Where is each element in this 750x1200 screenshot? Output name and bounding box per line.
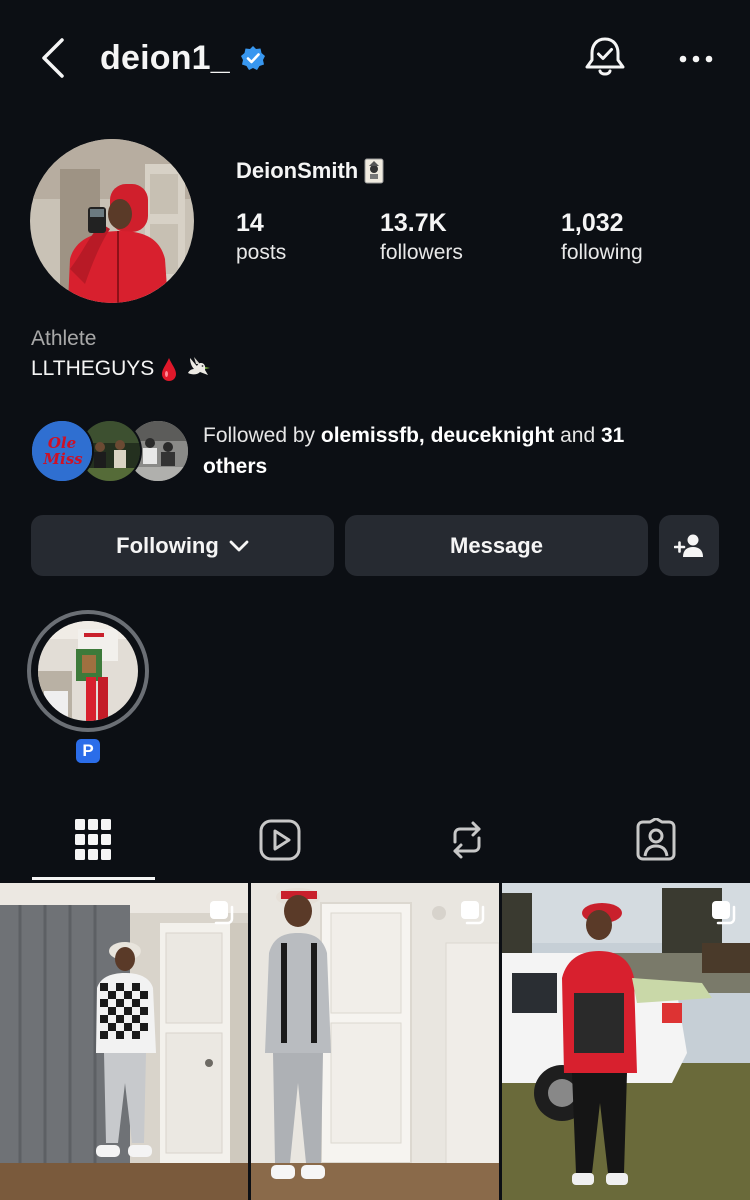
posts-label: posts (236, 241, 287, 264)
highlight-cover-photo (38, 621, 138, 721)
active-tab-indicator (32, 877, 155, 880)
message-button-label: Message (450, 532, 543, 558)
header-username: deion1_ (100, 36, 266, 80)
bio-text: LLTHEGUYS (31, 357, 155, 380)
followed-by-names: olemissfb, deuceknight (320, 424, 555, 447)
followers-label: followers (380, 241, 463, 264)
followers-count: 13.7K (380, 209, 447, 237)
olemissfb-avatar: Ole Miss (30, 419, 94, 483)
repost-icon (453, 821, 481, 859)
followed-by-prefix: Followed by (203, 424, 321, 447)
suggested-people-button[interactable] (659, 515, 719, 576)
post-thumbnail-2[interactable] (251, 883, 499, 1200)
ole-miss-logo-line-2: Miss (42, 450, 83, 468)
username: deion1_ (100, 38, 230, 77)
avatar-photo (30, 139, 194, 303)
more-options-button[interactable] (672, 40, 720, 76)
post-thumbnail-3[interactable] (502, 883, 750, 1200)
followed-by-avatars[interactable]: Ole Miss (30, 419, 190, 483)
followed-by-suffix: others (203, 455, 268, 478)
message-button[interactable]: Message (345, 515, 648, 576)
tab-reels[interactable] (250, 812, 310, 868)
tab-posts-grid[interactable] (63, 812, 123, 868)
followed-by-count: 31 (601, 424, 625, 447)
carousel-post-icon (461, 901, 485, 925)
profile-avatar[interactable] (30, 139, 194, 303)
tagged-person-icon (636, 818, 676, 861)
post-thumbnail-1[interactable] (0, 883, 248, 1200)
profile-category: Athlete (31, 327, 97, 350)
following-label: following (561, 241, 643, 264)
chevron-left-icon (42, 38, 64, 78)
followed-by-text[interactable]: Followed by olemissfb, deuceknight and 3… (203, 420, 703, 482)
following-count: 1,032 (561, 209, 624, 237)
back-button[interactable] (36, 36, 72, 80)
story-highlight[interactable] (27, 610, 149, 732)
following-button[interactable]: Following (31, 515, 334, 576)
blood-drop-icon (162, 358, 177, 381)
tab-reposts[interactable] (437, 812, 497, 868)
tab-tagged[interactable] (626, 812, 686, 868)
display-name-row: DeionSmith (236, 158, 384, 184)
carousel-post-icon (712, 901, 736, 925)
carousel-post-icon (210, 901, 234, 925)
posts-stat[interactable]: 14 posts (236, 208, 286, 268)
chevron-down-icon (229, 540, 249, 551)
reels-play-icon (259, 819, 301, 861)
more-dots-icon (679, 55, 713, 63)
post-photo-3 (502, 883, 750, 1200)
following-stat[interactable]: 1,032 following (561, 208, 643, 268)
verified-badge-icon (240, 46, 265, 70)
ole-miss-logo: Ole Miss (32, 421, 92, 481)
joker-card-icon (364, 158, 384, 184)
followed-by-middle: and (554, 424, 601, 447)
highlight-label-p: P (76, 739, 100, 763)
followers-stat[interactable]: 13.7K followers (380, 208, 463, 268)
post-photo-1 (0, 883, 248, 1200)
notifications-bell-button[interactable] (582, 34, 628, 80)
story-highlight-cover (38, 621, 138, 721)
bio-row: LLTHEGUYS (31, 355, 212, 383)
bell-check-icon (585, 37, 625, 76)
posts-count: 14 (236, 209, 264, 237)
add-person-icon (674, 534, 703, 557)
dove-icon (188, 357, 211, 375)
grid-icon (75, 819, 111, 860)
display-name: DeionSmith (236, 158, 359, 183)
following-button-label: Following (116, 532, 219, 558)
post-photo-2 (251, 883, 499, 1200)
